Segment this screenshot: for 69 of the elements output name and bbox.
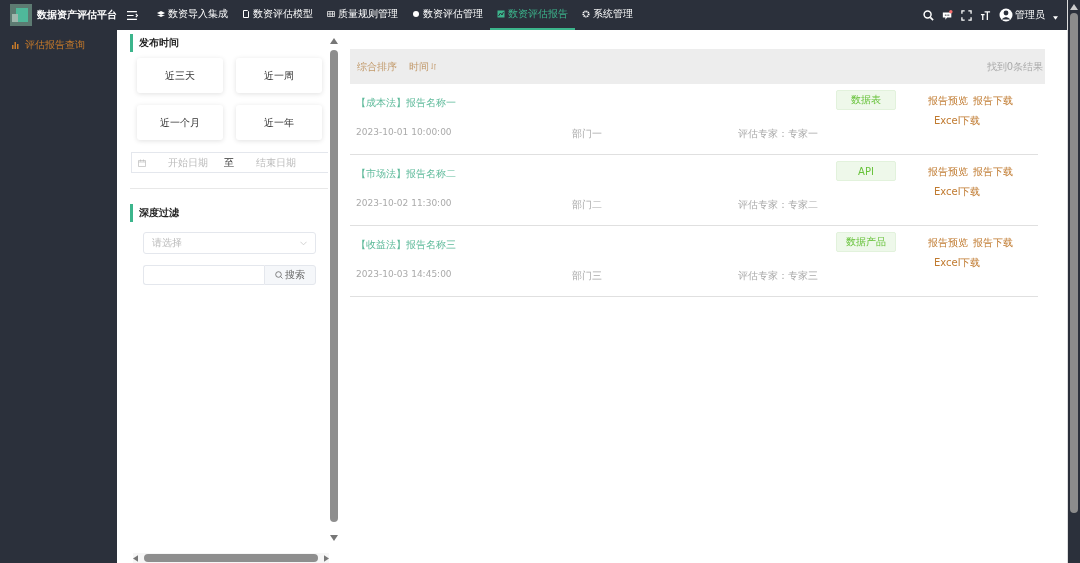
- range-button[interactable]: 近一周: [236, 58, 322, 93]
- report-expert: 评估专家：专家三: [738, 269, 818, 283]
- avatar-icon[interactable]: [999, 8, 1013, 22]
- type-tag: 数据表: [836, 90, 896, 110]
- search-button[interactable]: 搜索: [264, 265, 316, 285]
- document-icon: [242, 10, 250, 18]
- search-field[interactable]: [143, 265, 264, 285]
- scroll-up-icon[interactable]: [329, 38, 338, 44]
- search-icon: [275, 271, 283, 279]
- grid-icon: [327, 10, 335, 18]
- calendar-icon: [138, 158, 146, 167]
- action-link[interactable]: 报告下载: [973, 165, 1013, 179]
- select-placeholder: 请选择: [152, 236, 182, 250]
- page-scrollbar[interactable]: [1067, 0, 1080, 563]
- sort-icon: [431, 63, 436, 70]
- chevron-icon: [300, 240, 307, 246]
- select-field[interactable]: 请选择: [143, 232, 316, 254]
- action-link[interactable]: Excel下载: [934, 114, 981, 128]
- action-link[interactable]: Excel下载: [934, 256, 981, 270]
- nav-tab[interactable]: 质量规则管理: [320, 0, 405, 30]
- report-title[interactable]: 【成本法】报告名称一: [356, 97, 456, 108]
- app-title: 数据资产评估平台: [37, 8, 117, 22]
- report-time: 2023-10-01 10:00:00: [356, 127, 453, 139]
- action-link[interactable]: 报告下载: [973, 94, 1013, 108]
- action-link[interactable]: Excel下载: [934, 185, 981, 199]
- font-size-icon[interactable]: [980, 9, 991, 21]
- report-time: 2023-10-03 14:45:00: [356, 269, 453, 281]
- action-link[interactable]: 报告下载: [973, 236, 1013, 250]
- report-time: 2023-10-02 11:30:00: [356, 198, 453, 210]
- action-link[interactable]: 报告预览: [928, 165, 968, 179]
- report-department: 部门三: [572, 269, 603, 283]
- report-title[interactable]: 【市场法】报告名称二: [356, 168, 456, 179]
- scroll-left-icon[interactable]: [133, 554, 138, 562]
- report-title[interactable]: 【收益法】报告名称三: [356, 239, 456, 250]
- nav-tab[interactable]: 数资评估模型: [235, 0, 320, 30]
- scrollbar-thumb[interactable]: [144, 554, 318, 562]
- message-icon[interactable]: [942, 9, 953, 21]
- type-tag: 数据产品: [836, 232, 896, 252]
- range-button[interactable]: 近一个月: [137, 105, 223, 140]
- layers-icon: [157, 10, 165, 18]
- sort-option[interactable]: 时间: [409, 59, 436, 74]
- scroll-up-icon[interactable]: [1070, 4, 1078, 10]
- user-name[interactable]: 管理员: [1015, 8, 1045, 22]
- bar-chart-icon: [11, 41, 19, 49]
- scrollbar-thumb[interactable]: [1070, 13, 1078, 513]
- range-button[interactable]: 近一年: [236, 105, 322, 140]
- caret-icon[interactable]: [1053, 16, 1058, 20]
- nav-tab[interactable]: 数资导入集成: [150, 0, 235, 30]
- action-link[interactable]: 报告预览: [928, 94, 968, 108]
- section-heading: 发布时间: [130, 34, 328, 52]
- sidebar-item[interactable]: 评估报告查询: [0, 38, 117, 52]
- sort-option[interactable]: 综合排序: [357, 59, 397, 74]
- logo-icon: [10, 4, 32, 26]
- horizontal-scrollbar[interactable]: [133, 553, 329, 563]
- dot-icon: [412, 10, 420, 18]
- fullscreen-icon[interactable]: [961, 9, 972, 21]
- action-link[interactable]: 报告预览: [928, 236, 968, 250]
- gear-icon: [582, 10, 590, 18]
- range-button[interactable]: 近三天: [137, 58, 223, 93]
- scroll-down-icon[interactable]: [329, 535, 338, 541]
- nav-tab[interactable]: 数资评估管理: [405, 0, 490, 30]
- scrollbar-thumb[interactable]: [329, 50, 338, 522]
- menu-icon[interactable]: [127, 9, 138, 21]
- range-separator: 至: [224, 155, 234, 170]
- nav-tab[interactable]: 系统管理: [575, 0, 640, 30]
- chart-icon: [497, 10, 505, 18]
- type-tag: API: [836, 161, 896, 181]
- search-icon[interactable]: [923, 9, 934, 21]
- scroll-right-icon[interactable]: [324, 554, 329, 562]
